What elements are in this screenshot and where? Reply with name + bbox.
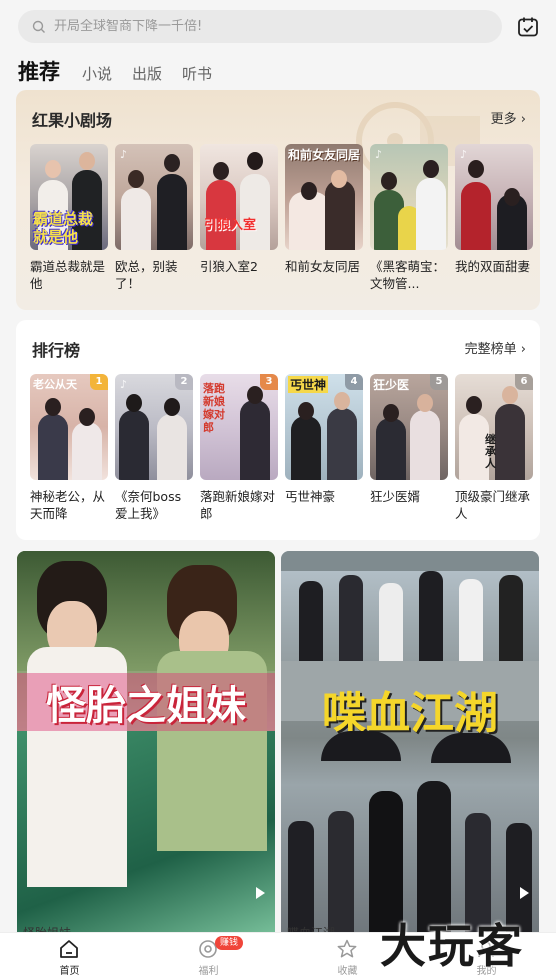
drama-title: 和前女友同居 bbox=[285, 259, 361, 274]
rank-badge: 1 bbox=[90, 374, 108, 390]
drama-poster: 6 继承人 bbox=[455, 374, 533, 480]
drama-title: 落跑新娘嫁对郎 bbox=[200, 489, 276, 521]
drama-poster: 1 老公从天 bbox=[30, 374, 108, 480]
rank-badge: 3 bbox=[260, 374, 278, 390]
top-bar bbox=[0, 0, 556, 50]
tiktok-icon: ♪ bbox=[120, 148, 128, 161]
poster-title-text: 落跑新娘嫁对郎 bbox=[203, 382, 225, 434]
drama-poster: 和前女友同居 bbox=[285, 144, 363, 250]
poster-title-text: 丐世神 bbox=[288, 376, 329, 393]
ranking-list: 1 老公从天 神秘老公，从天而降 ♪ 2 《奈何boss爱上我》 3 落跑新娘嫁… bbox=[30, 374, 540, 522]
ranking-card[interactable]: 5 狂少医 狂少医婿 bbox=[370, 374, 448, 522]
poster-title-text: 怪胎之姐妹 bbox=[17, 673, 275, 731]
rank-badge: 2 bbox=[175, 374, 193, 390]
tiktok-icon: ♪ bbox=[120, 378, 128, 391]
search-bar[interactable] bbox=[18, 10, 502, 43]
tab-publish[interactable]: 出版 bbox=[132, 63, 162, 88]
ranking-full-list-link[interactable]: 完整榜单 › bbox=[465, 338, 526, 357]
search-icon bbox=[32, 20, 45, 33]
theater-list: 霸道总裁就是他 霸道总裁就是他 ♪ 欧总，别装了！ 引狼入室 引狼入室2 和前女… bbox=[30, 144, 540, 292]
drama-poster: 5 狂少医 bbox=[370, 374, 448, 480]
drama-title: 霸道总裁就是他 bbox=[30, 259, 106, 291]
drama-poster: 3 落跑新娘嫁对郎 bbox=[200, 374, 278, 480]
drama-title: 引狼入室2 bbox=[200, 259, 258, 274]
drama-poster: 4 丐世神 bbox=[285, 374, 363, 480]
rank-badge: 5 bbox=[430, 374, 448, 390]
mini-theater-section: 红果小剧场 更多 › 霸道总裁就是他 霸道总裁就是他 ♪ 欧总，别装了！ 引狼入… bbox=[16, 90, 540, 310]
rank-badge: 6 bbox=[515, 374, 533, 390]
theater-more-link[interactable]: 更多 › bbox=[491, 108, 526, 127]
star-icon bbox=[337, 939, 357, 958]
ranking-title: 排行榜 bbox=[32, 341, 81, 360]
theater-card[interactable]: ♪ 欧总，别装了！ bbox=[115, 144, 193, 292]
theater-card[interactable]: 霸道总裁就是他 霸道总裁就是他 bbox=[30, 144, 108, 292]
ranking-card[interactable]: 6 继承人 顶级豪门继承人 bbox=[455, 374, 533, 522]
ranking-card[interactable]: ♪ 2 《奈何boss爱上我》 bbox=[115, 374, 193, 522]
ranking-section: 排行榜 完整榜单 › 1 老公从天 神秘老公，从天而降 ♪ 2 《奈何boss爱… bbox=[16, 320, 540, 540]
poster-title-text: 喋血江湖 bbox=[322, 688, 498, 739]
tiktok-icon: ♪ bbox=[375, 148, 383, 161]
play-icon bbox=[256, 887, 265, 899]
theater-card[interactable]: ♪ 我的双面甜妻 bbox=[455, 144, 533, 292]
watermark-logo: 大玩客 bbox=[380, 919, 524, 973]
ranking-card[interactable]: 3 落跑新娘嫁对郎 落跑新娘嫁对郎 bbox=[200, 374, 278, 522]
drama-title: 神秘老公，从天而降 bbox=[30, 489, 106, 521]
drama-title: 丐世神豪 bbox=[285, 489, 336, 504]
search-input[interactable] bbox=[54, 19, 454, 34]
nav-welfare[interactable]: 赚钱 福利 bbox=[139, 933, 278, 977]
drama-title: 我的双面甜妻 bbox=[455, 259, 531, 274]
drama-title: 顶级豪门继承人 bbox=[455, 489, 531, 521]
drama-title: 狂少医婿 bbox=[370, 489, 421, 504]
ranking-card[interactable]: 4 丐世神 丐世神豪 bbox=[285, 374, 363, 522]
tiktok-icon: ♪ bbox=[460, 148, 468, 161]
drama-title: 欧总，别装了！ bbox=[115, 259, 178, 291]
theater-card[interactable]: 引狼入室 引狼入室2 bbox=[200, 144, 278, 292]
feed-card[interactable]: 怪胎之姐妹 怪胎姐妹 bbox=[17, 551, 275, 941]
poster-title-text: 继承人 bbox=[485, 433, 496, 470]
drama-poster: ♪ 2 bbox=[115, 374, 193, 480]
nav-welfare-label: 福利 bbox=[198, 966, 219, 977]
poster-title-text: 霸道总裁就是他 bbox=[33, 210, 94, 246]
drama-poster: ♪ bbox=[115, 144, 193, 250]
nav-home-label: 首页 bbox=[59, 966, 80, 977]
poster-title-text: 狂少医 bbox=[373, 378, 410, 392]
nav-home[interactable]: 首页 bbox=[0, 933, 139, 977]
calendar-check-icon[interactable] bbox=[517, 16, 539, 38]
tab-recommend[interactable]: 推荐 bbox=[18, 56, 60, 88]
poster-title-text: 引狼入室 bbox=[204, 218, 257, 233]
drama-poster: ♪ bbox=[455, 144, 533, 250]
drama-title: 《黑客萌宝：文物管... bbox=[370, 259, 446, 291]
tab-novel[interactable]: 小说 bbox=[82, 63, 112, 88]
poster-title-text: 和前女友同居 bbox=[288, 148, 361, 162]
theater-title: 红果小剧场 bbox=[32, 111, 113, 130]
earn-badge: 赚钱 bbox=[215, 936, 244, 950]
tab-audiobook[interactable]: 听书 bbox=[182, 63, 212, 88]
poster-title-text: 老公从天 bbox=[33, 378, 77, 391]
play-icon bbox=[520, 887, 529, 899]
theater-card[interactable]: 和前女友同居 和前女友同居 bbox=[285, 144, 363, 292]
drama-poster: 引狼入室 bbox=[200, 144, 278, 250]
drama-poster: ♪ bbox=[370, 144, 448, 250]
feed-card[interactable]: 喋血江湖 喋血江湖 bbox=[281, 551, 539, 941]
drama-poster: 霸道总裁就是他 bbox=[30, 144, 108, 250]
category-tabs: 推荐 小说 出版 听书 bbox=[18, 54, 232, 88]
drama-title: 《奈何boss爱上我》 bbox=[115, 489, 182, 521]
rank-badge: 4 bbox=[345, 374, 363, 390]
theater-card[interactable]: ♪ 《黑客萌宝：文物管... bbox=[370, 144, 448, 292]
ranking-card[interactable]: 1 老公从天 神秘老公，从天而降 bbox=[30, 374, 108, 522]
home-icon bbox=[60, 940, 78, 958]
